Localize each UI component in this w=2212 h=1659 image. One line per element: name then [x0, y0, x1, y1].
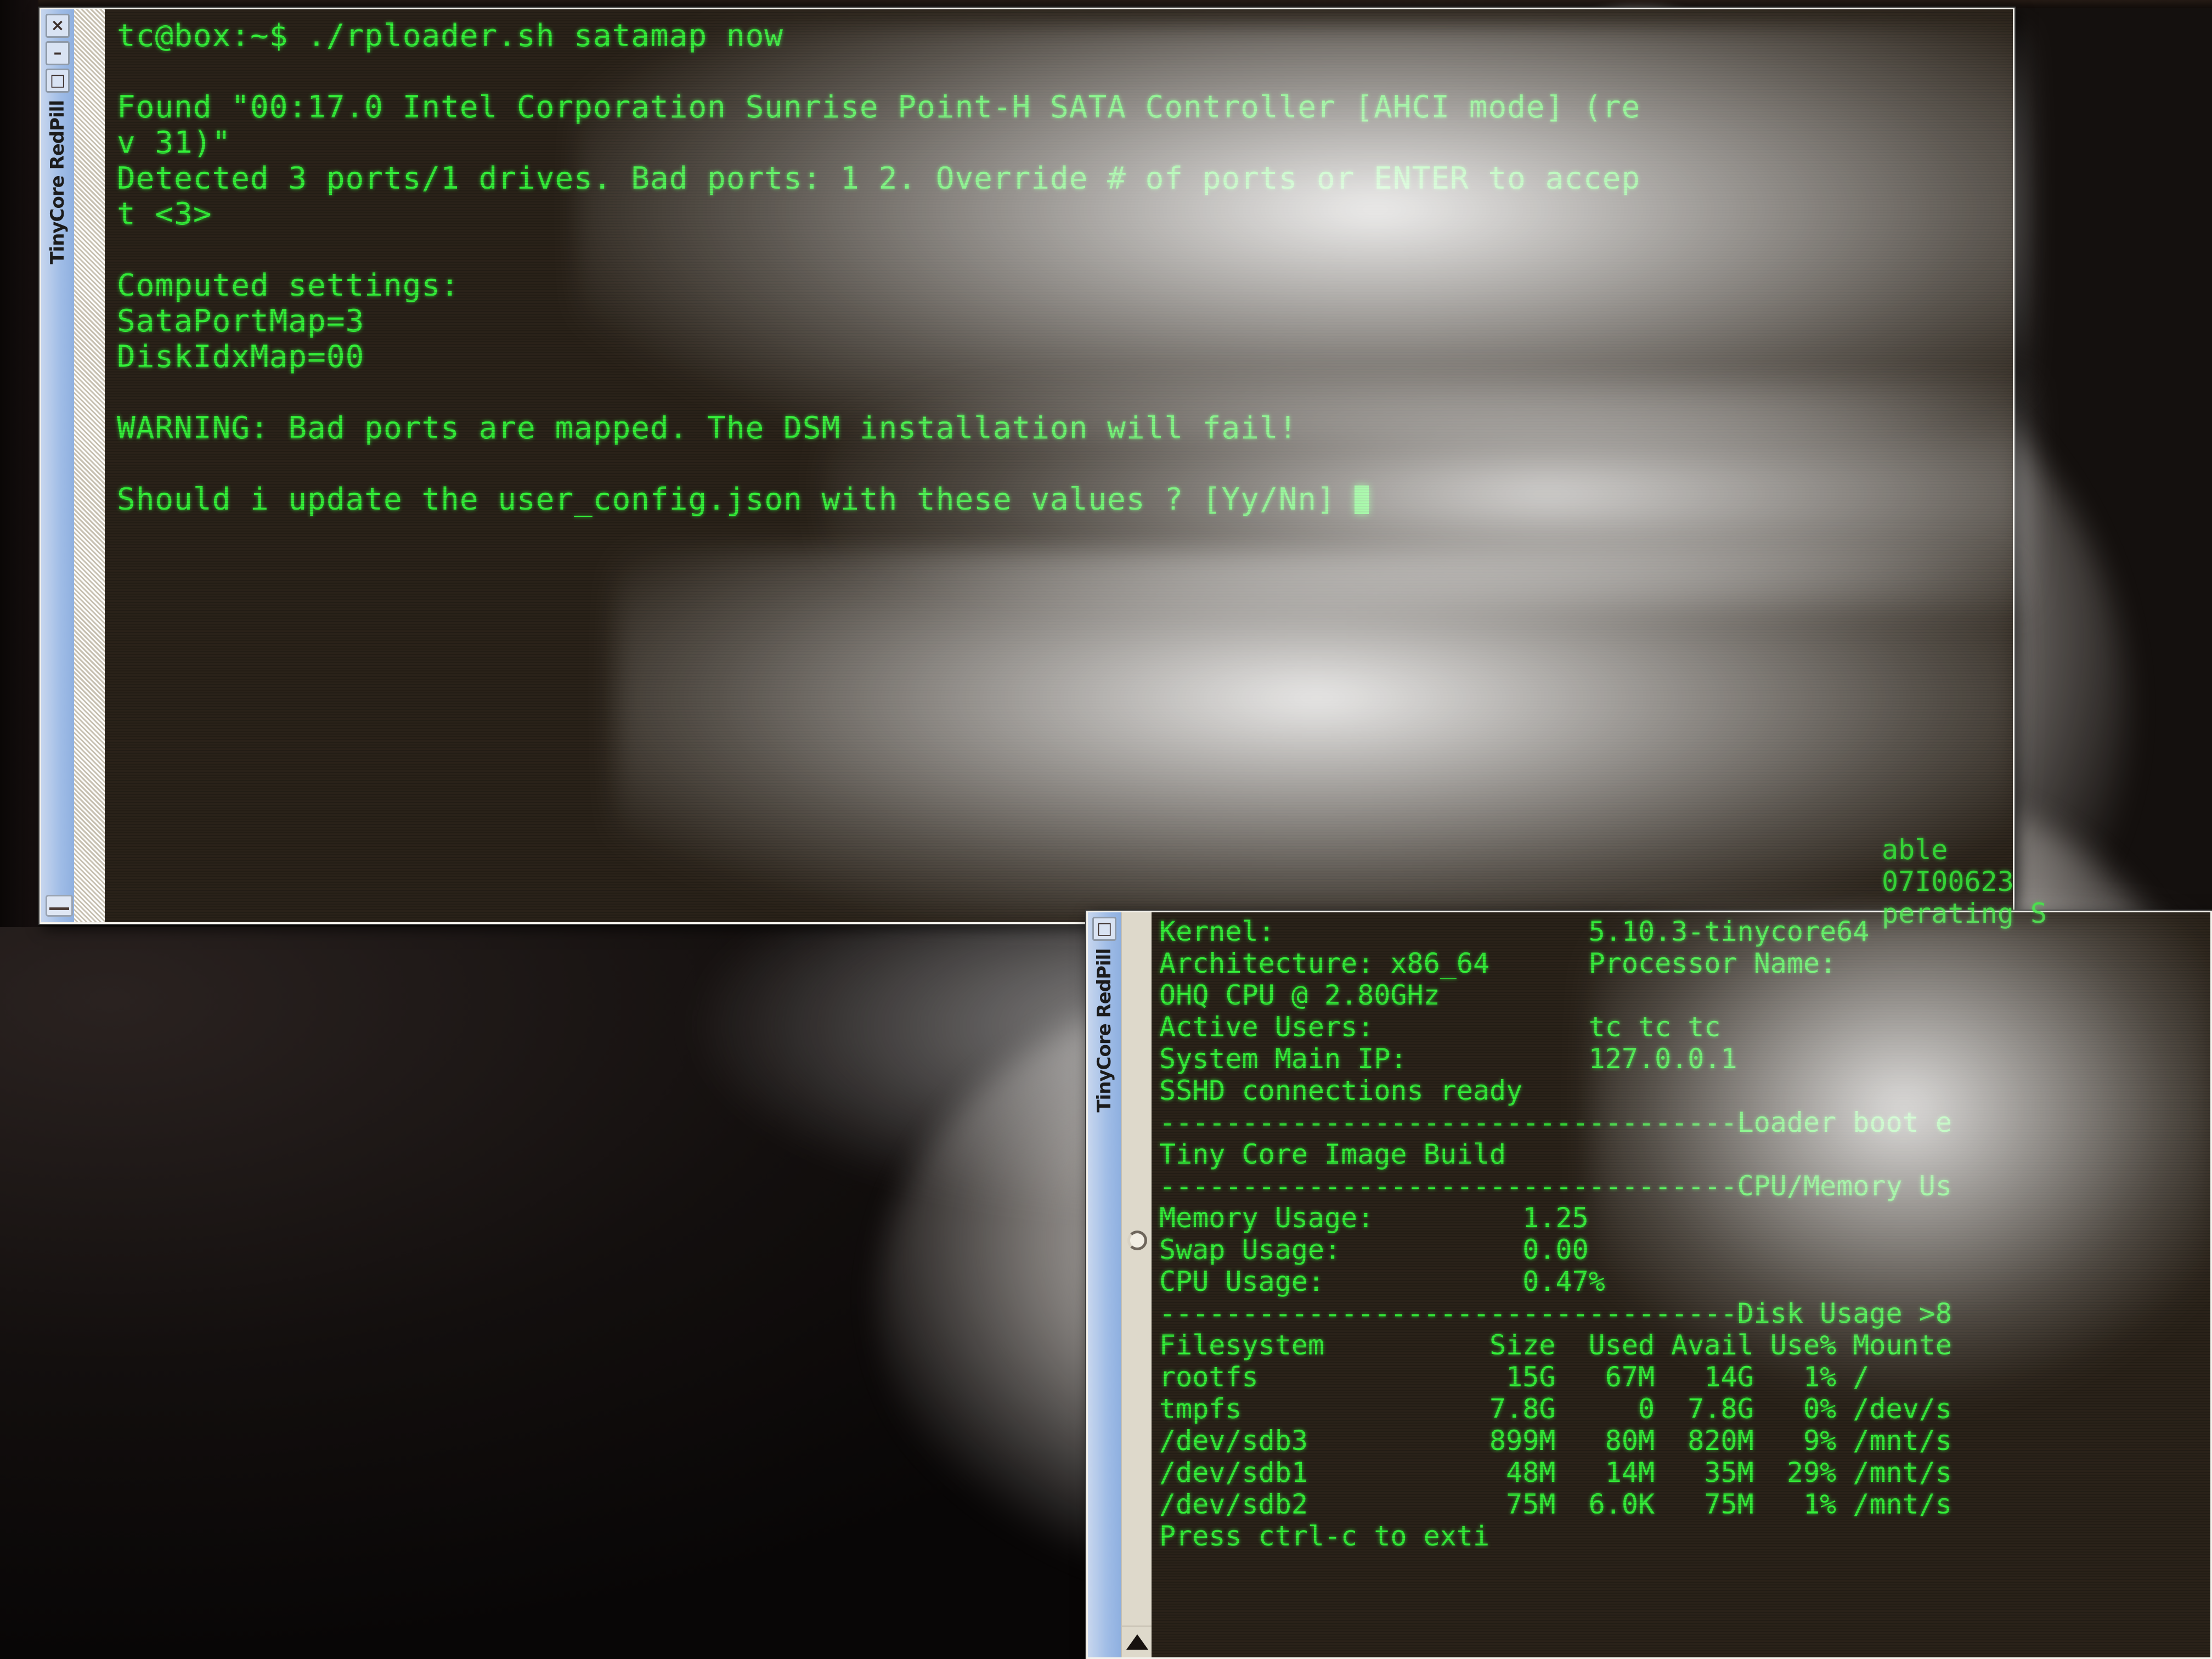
terminal-status[interactable]: Kernel: 5.10.3-tinycore64 Architecture: …	[1152, 912, 2210, 1657]
window-tinycore-redpill-status[interactable]: □ TinyCore RedPill Kernel: 5.10.3-tinyco…	[1086, 911, 2212, 1659]
scrollbar-vertical-status[interactable]	[1121, 912, 1153, 1657]
desktop-background	[0, 927, 1097, 1659]
terminal-cursor	[1355, 486, 1369, 514]
partial-line-1: able	[1882, 834, 1948, 866]
monitor-bezel-top	[0, 0, 2212, 8]
terminal-output-status: Kernel: 5.10.3-tinycore64 Architecture: …	[1159, 916, 1952, 1552]
titlebar-vertical-main[interactable]: × – □ TinyCore RedPill	[41, 9, 75, 922]
window-title-status: TinyCore RedPill	[1093, 949, 1115, 1113]
scrollbar-track[interactable]	[1122, 912, 1153, 1626]
close-icon[interactable]: ×	[46, 14, 70, 38]
partial-line-2: 07I00623	[1882, 866, 2014, 898]
window-margin-hatch	[74, 9, 105, 922]
titlebar-vertical-status[interactable]: □ TinyCore RedPill	[1088, 912, 1122, 1657]
status-partial-top-lines: able 07I00623 perating S	[1882, 834, 2211, 929]
terminal-output-main: tc@box:~$ ./rploader.sh satamap now Foun…	[117, 18, 1641, 517]
window-tinycore-redpill-main[interactable]: × – □ TinyCore RedPill tc@box:~$ ./rploa…	[40, 8, 2015, 924]
monitor-photo: × – □ TinyCore RedPill tc@box:~$ ./rploa…	[0, 0, 2212, 1659]
resize-grip[interactable]	[46, 895, 73, 917]
minimize-icon[interactable]: –	[46, 41, 70, 65]
terminal-main[interactable]: tc@box:~$ ./rploader.sh satamap now Foun…	[105, 9, 2013, 922]
scrollbar-thumb[interactable]	[1127, 1231, 1147, 1250]
maximize-icon[interactable]: □	[46, 69, 70, 93]
partial-line-3: perating S	[1882, 898, 2047, 929]
scroll-down-arrow-icon[interactable]	[1122, 1626, 1153, 1657]
maximize-icon[interactable]: □	[1092, 917, 1116, 941]
window-title-main: TinyCore RedPill	[47, 100, 69, 264]
